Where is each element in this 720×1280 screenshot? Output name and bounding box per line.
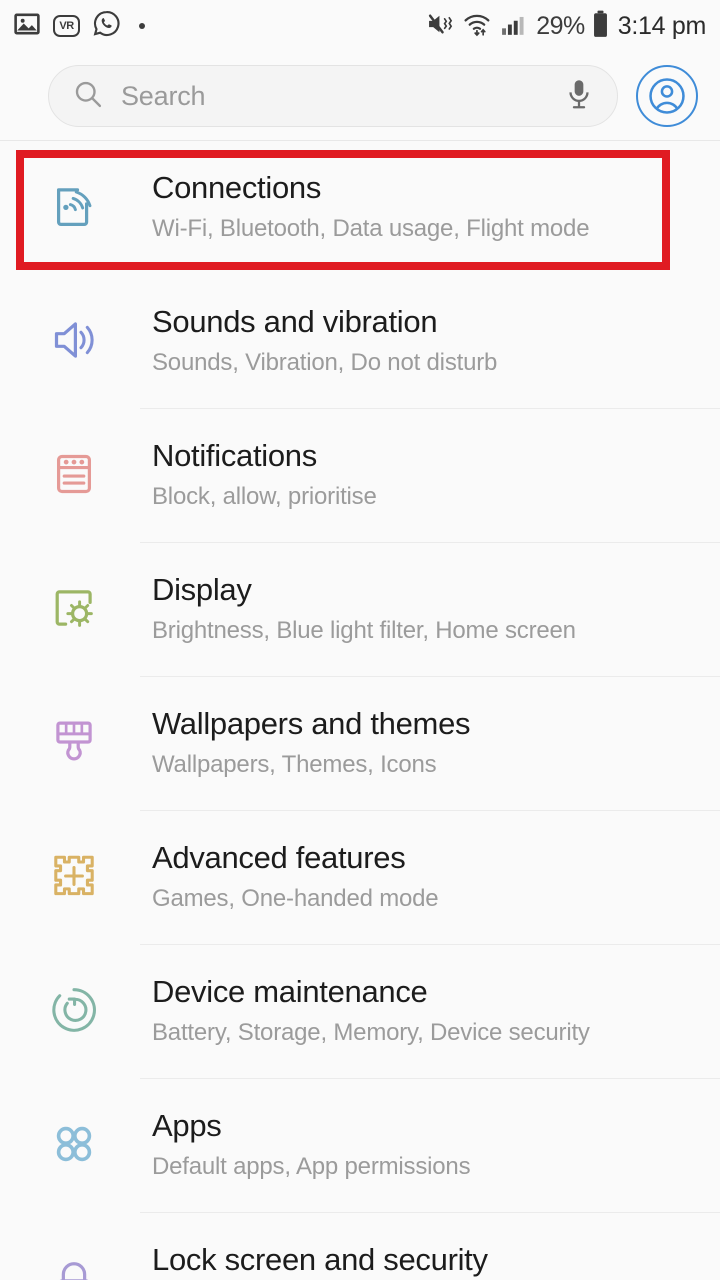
device-maintenance-icon [34,945,114,1079]
search-header: Search [0,52,720,141]
status-bar: VR 29% 3:14 pm [0,0,720,52]
gear-plus-icon [34,811,114,945]
settings-row-text: Notifications Block, allow, prioritise [114,409,720,515]
settings-row-title: Notifications [152,438,317,473]
settings-row-subtitle: Block, allow, prioritise [152,483,377,510]
settings-row-title: Connections [152,170,322,205]
account-avatar-icon[interactable] [636,65,698,127]
settings-row-display[interactable]: Display Brightness, Blue light filter, H… [0,543,720,677]
mute-vibrate-icon [427,11,456,42]
more-notifications-dot-icon [139,23,145,29]
settings-row-text: Lock screen and security [114,1213,720,1280]
settings-row-advanced-features[interactable]: Advanced features Games, One-handed mode [0,811,720,945]
settings-row-apps[interactable]: Apps Default apps, App permissions [0,1079,720,1213]
settings-row-title: Lock screen and security [152,1242,488,1277]
settings-row-device-maintenance[interactable]: Device maintenance Battery, Storage, Mem… [0,945,720,1079]
settings-row-wallpapers-and-themes[interactable]: Wallpapers and themes Wallpapers, Themes… [0,677,720,811]
whatsapp-icon [93,10,120,42]
notifications-icon [34,409,114,543]
settings-row-subtitle: Default apps, App permissions [152,1153,471,1180]
settings-row-title: Device maintenance [152,974,428,1009]
display-brightness-icon [34,543,114,677]
battery-percent-label: 29% [536,11,585,40]
settings-row-text: Apps Default apps, App permissions [114,1079,720,1185]
wifi-data-transfer-icon [463,11,494,42]
lock-icon [34,1213,114,1280]
settings-row-sounds-and-vibration[interactable]: Sounds and vibration Sounds, Vibration, … [0,275,720,409]
settings-row-lock-screen-and-security[interactable]: Lock screen and security [0,1213,720,1280]
sound-speaker-icon [34,275,114,409]
settings-row-notifications[interactable]: Notifications Block, allow, prioritise [0,409,720,543]
settings-row-subtitle: Wallpapers, Themes, Icons [152,751,437,778]
battery-icon [592,10,609,43]
search-placeholder-text: Search [121,80,206,111]
connections-icon [34,141,114,275]
status-bar-left-icons: VR [14,10,145,42]
settings-row-connections[interactable]: Connections Wi-Fi, Bluetooth, Data usage… [0,141,720,275]
settings-row-title: Display [152,572,252,607]
vr-icon: VR [53,15,80,37]
search-input[interactable]: Search [48,65,618,127]
microphone-icon[interactable] [565,78,593,115]
apps-grid-icon [34,1079,114,1213]
settings-row-text: Device maintenance Battery, Storage, Mem… [114,945,720,1051]
settings-row-subtitle: Wi-Fi, Bluetooth, Data usage, Flight mod… [152,215,590,242]
settings-row-text: Connections Wi-Fi, Bluetooth, Data usage… [114,141,720,247]
settings-list: Connections Wi-Fi, Bluetooth, Data usage… [0,141,720,1280]
cellular-signal-icon [501,11,527,42]
gallery-image-icon [14,11,40,42]
settings-row-subtitle: Brightness, Blue light filter, Home scre… [152,617,576,644]
status-bar-right-icons: 29% 3:14 pm [427,10,706,43]
settings-row-text: Advanced features Games, One-handed mode [114,811,720,917]
paintbrush-icon [34,677,114,811]
clock-label: 3:14 pm [617,11,707,40]
settings-row-text: Display Brightness, Blue light filter, H… [114,543,720,649]
settings-row-subtitle: Sounds, Vibration, Do not disturb [152,349,498,376]
settings-row-title: Wallpapers and themes [152,706,471,741]
settings-row-subtitle: Battery, Storage, Memory, Device securit… [152,1019,590,1046]
settings-row-text: Sounds and vibration Sounds, Vibration, … [114,275,720,381]
settings-row-title: Advanced features [152,840,406,875]
search-icon [73,79,103,114]
settings-row-title: Apps [152,1108,222,1143]
settings-row-title: Sounds and vibration [152,304,438,339]
settings-list-scroll-area[interactable]: Connections Wi-Fi, Bluetooth, Data usage… [0,141,720,1280]
settings-row-text: Wallpapers and themes Wallpapers, Themes… [114,677,720,783]
settings-row-subtitle: Games, One-handed mode [152,885,439,912]
